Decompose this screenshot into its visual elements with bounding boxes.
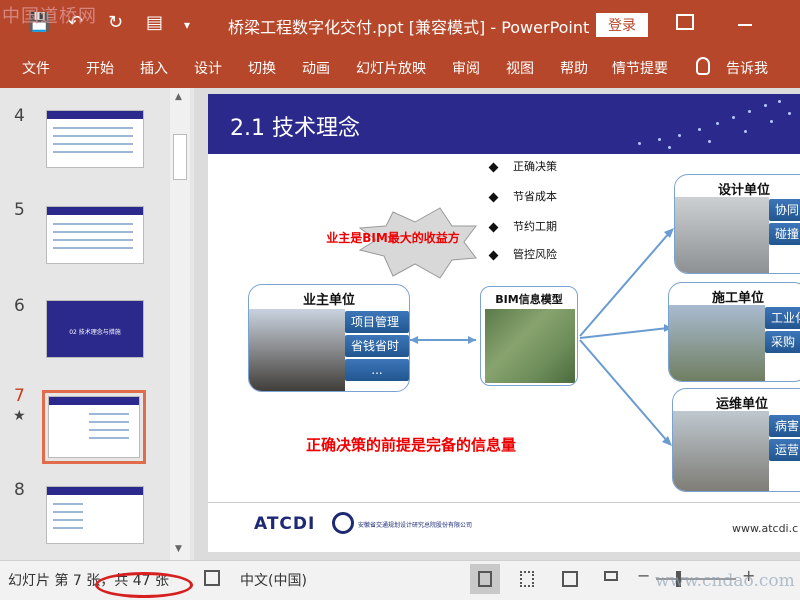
bim-design-arrow xyxy=(579,231,671,337)
bim-model-box[interactable]: BIM信息模型 xyxy=(480,286,578,386)
slide-number: 4 xyxy=(14,106,25,126)
zoom-out-icon[interactable]: − xyxy=(637,566,650,585)
scrollbar-thumb[interactable] xyxy=(173,134,187,180)
tab-help[interactable]: 帮助 xyxy=(560,58,588,78)
slide-canvas[interactable]: 2.1 技术理念 正确决策 节省成本 节约工期 管控风险 业主是BIM最大的收益… xyxy=(208,94,800,552)
operation-photo xyxy=(673,411,769,491)
project-management-tag: 项目管理 xyxy=(345,311,409,333)
slideshow-view-button[interactable] xyxy=(596,564,626,594)
ribbon-tabs: 文件 开始 插入 设计 切换 动画 幻灯片放映 审阅 视图 帮助 情节提要 告诉… xyxy=(0,48,800,88)
tab-storyboarding[interactable]: 情节提要 xyxy=(612,58,668,78)
atcdi-logo: ATCDI xyxy=(254,514,316,534)
footer-divider xyxy=(208,502,800,503)
operations-tag: 运营 xyxy=(769,439,800,461)
tab-home[interactable]: 开始 xyxy=(86,58,114,78)
bim-operation-arrow xyxy=(579,339,669,443)
slide-number: 6 xyxy=(14,296,25,316)
more-tag: ... xyxy=(345,359,409,381)
operation-unit-box[interactable]: 运维单位 病害 运营 xyxy=(672,388,800,492)
save-money-time-tag: 省钱省时 xyxy=(345,335,409,357)
notes-icon[interactable] xyxy=(204,570,220,586)
bullet-item: 节约工期 xyxy=(488,218,557,234)
window-title: 桥梁工程数字化交付.ppt [兼容模式] - PowerPoint xyxy=(228,18,590,37)
customize-toolbar-icon[interactable]: ▾ xyxy=(184,18,190,32)
slide-thumbnail-8[interactable] xyxy=(46,486,144,544)
tab-file[interactable]: 文件 xyxy=(22,58,50,78)
slide-thumbnail-4[interactable] xyxy=(46,110,144,168)
minimize-icon[interactable] xyxy=(738,24,752,26)
redo-icon[interactable]: ↻ xyxy=(108,12,123,33)
website-text: www.atcdi.c xyxy=(732,522,799,535)
ribbon-display-options-icon[interactable] xyxy=(676,14,694,30)
industrialization-tag: 工业化 xyxy=(765,307,800,329)
tab-transitions[interactable]: 切换 xyxy=(248,58,276,78)
conclusion-text: 正确决策的前提是完备的信息量 xyxy=(306,436,517,454)
site-watermark-bottom: www.cndao.com xyxy=(655,571,795,591)
title-bar: 💾 ↶ ↻ ▤ ▾ 桥梁工程数字化交付.ppt [兼容模式] - PowerPo… xyxy=(0,0,800,48)
owner-unit-title: 业主单位 xyxy=(302,293,355,308)
procurement-tag: 采购 xyxy=(765,331,800,353)
animation-star-icon: ★ xyxy=(13,408,26,424)
tab-view[interactable]: 视图 xyxy=(506,58,534,78)
collaboration-tag: 协同 xyxy=(769,199,800,221)
site-watermark-top: 中国道桥网 xyxy=(2,6,97,27)
normal-view-button[interactable] xyxy=(470,564,500,594)
construction-photo xyxy=(669,305,765,381)
scroll-up-icon[interactable]: ▲ xyxy=(175,92,182,102)
tab-animations[interactable]: 动画 xyxy=(302,58,330,78)
bim-construction-arrow xyxy=(579,327,669,339)
star-burst-text: 业主是BIM最大的收益方 xyxy=(326,231,460,245)
highlight-ellipse xyxy=(95,572,193,598)
scroll-down-icon[interactable]: ▼ xyxy=(175,544,182,554)
design-photo xyxy=(675,197,769,273)
tell-me-search[interactable]: 告诉我 xyxy=(726,58,768,78)
slide-canvas-area: 2.1 技术理念 正确决策 节省成本 节约工期 管控风险 业主是BIM最大的收益… xyxy=(194,88,800,560)
tab-review[interactable]: 审阅 xyxy=(452,58,480,78)
defects-tag: 病害 xyxy=(769,415,800,437)
tab-insert[interactable]: 插入 xyxy=(140,58,168,78)
bullet-item: 管控风险 xyxy=(488,246,557,262)
slide-thumbnail-7[interactable] xyxy=(48,396,140,458)
slide-sorter-icon xyxy=(520,571,534,587)
owner-photo xyxy=(249,309,345,391)
slideshow-start-icon[interactable]: ▤ xyxy=(146,12,163,33)
slide-number: 8 xyxy=(14,480,25,500)
reading-view-icon xyxy=(562,571,578,587)
language-indicator[interactable]: 中文(中国) xyxy=(240,570,307,590)
lightbulb-icon[interactable] xyxy=(696,57,710,75)
slide-thumbnail-6[interactable]: 02 技术理念与措施 xyxy=(46,300,144,358)
atcdi-logo-icon xyxy=(332,512,354,534)
institute-name: 安徽省交通规划设计研究总院股份有限公司 xyxy=(358,522,473,529)
slide-number-active: 7 xyxy=(14,386,25,406)
operation-unit-title: 运维单位 xyxy=(715,397,768,412)
normal-view-icon xyxy=(478,571,492,587)
reading-view-button[interactable] xyxy=(554,564,584,594)
login-button[interactable]: 登录 xyxy=(596,13,648,37)
clash-tag: 碰撞 xyxy=(769,223,800,245)
bim-model-title: BIM信息模型 xyxy=(495,293,563,306)
construction-unit-box[interactable]: 施工单位 工业化 采购 xyxy=(668,282,800,382)
design-unit-title: 设计单位 xyxy=(717,183,770,198)
slide-sorter-button[interactable] xyxy=(512,564,542,594)
thumbnails-scrollbar[interactable]: ▲ ▼ xyxy=(170,88,190,560)
slide-thumbnail-5[interactable] xyxy=(46,206,144,264)
tab-design[interactable]: 设计 xyxy=(194,58,222,78)
bullet-item: 正确决策 xyxy=(488,158,557,174)
bim-model-image xyxy=(485,309,575,383)
owner-unit-box[interactable]: 业主单位 项目管理 省钱省时 ... xyxy=(248,284,410,392)
tab-slideshow[interactable]: 幻灯片放映 xyxy=(356,58,426,78)
slide-thumbnails-pane: 4 5 6 02 技术理念与措施 7 ★ 8 ▲ ▼ xyxy=(0,88,192,560)
bullet-item: 节省成本 xyxy=(488,188,557,204)
slideshow-view-icon xyxy=(604,571,618,581)
construction-unit-title: 施工单位 xyxy=(711,291,764,306)
design-unit-box[interactable]: 设计单位 协同 碰撞 xyxy=(674,174,800,274)
slide-number: 5 xyxy=(14,200,25,220)
